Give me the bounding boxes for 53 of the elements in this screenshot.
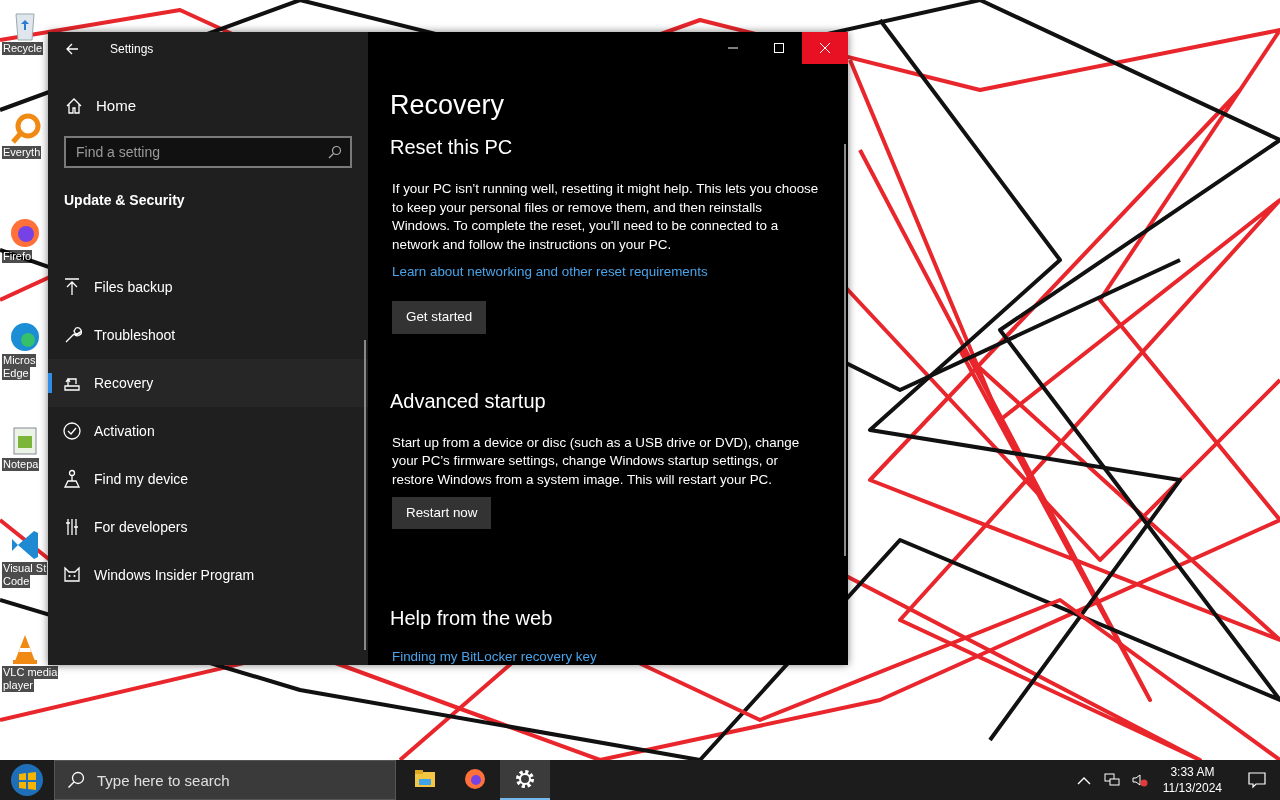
search-box[interactable]: Find a setting [64, 136, 352, 168]
description-text: Start up from a device or disc (such as a USB drive or DVD), change your PC’s firmware settings, change Windows startup settings, or restore Windows from a system image. This will restart your PC. [391, 433, 801, 489]
desktop-icon-label[interactable]: Code [2, 575, 31, 588]
maximize-icon [774, 43, 784, 53]
desktop-icon-label[interactable]: Micros [2, 354, 37, 367]
home-nav-item[interactable]: Home [48, 84, 368, 128]
nav-item[interactable]: Find my device [48, 455, 368, 503]
taskbar-search-box[interactable]: Type here to search [54, 760, 396, 800]
section-heading: Help from the web [390, 606, 553, 632]
window-title: Settings [110, 41, 154, 58]
section-heading: Update & Security [64, 191, 186, 210]
search-icon [328, 145, 342, 159]
desktop-icon-label[interactable]: Visual St [2, 562, 48, 575]
desktop-icon-label[interactable]: VLC media [2, 666, 59, 679]
clock[interactable]: 3:33 AM 11/13/2024 [1156, 764, 1228, 796]
muted-speaker-icon [1131, 772, 1148, 788]
close-icon [820, 43, 830, 53]
upload-icon [62, 277, 82, 297]
magnifier-icon[interactable] [8, 112, 42, 146]
speech-bubble-icon [1248, 771, 1266, 789]
nav-item[interactable]: Windows Insider Program [48, 551, 368, 599]
nav-item[interactable]: Recovery [48, 359, 368, 407]
settings-icon [513, 767, 537, 791]
nav-item[interactable]: Activation [48, 407, 368, 455]
description-text: If your PC isn’t running well, resetting it might help. This lets you choose to keep your personal files or remove them, and then reinstalls Windows. To complete the reset, you’ll need to be connected to a network and follow the instructions on your PC. [391, 180, 820, 254]
search-field[interactable]: Find a setting [74, 138, 328, 166]
desktop-icon-label[interactable]: Notepa [2, 458, 40, 471]
action-button[interactable]: Get started [392, 301, 487, 334]
check-circle-icon [62, 421, 82, 441]
scrollbar[interactable] [844, 144, 846, 556]
desktop-icon-label[interactable]: Edge [2, 367, 30, 380]
section-heading: Advanced startup [390, 388, 546, 414]
cat-face-icon [62, 565, 82, 585]
desktop-icon-label[interactable]: Recycle [2, 42, 44, 55]
page-title: Recovery [390, 89, 506, 122]
person-pin-icon [62, 469, 82, 489]
section-heading: Reset this PC [390, 135, 513, 160]
taskbar-app-button[interactable] [500, 760, 550, 800]
search-icon [67, 771, 85, 789]
nav-item[interactable]: Troubleshoot [48, 311, 368, 359]
taskbar-search-field[interactable]: Type here to search [95, 761, 395, 799]
nav-item[interactable]: For developers [48, 503, 368, 551]
network-icon [1103, 772, 1120, 788]
back-arrow-icon [65, 42, 79, 56]
desktop-icon-label[interactable]: player [2, 679, 34, 692]
desktop-icon-label[interactable]: Everyth [2, 146, 42, 159]
link[interactable]: Finding my BitLocker recovery key [390, 647, 597, 668]
nav-item[interactable]: Files backup [48, 263, 368, 311]
link[interactable]: Learn about networking and other reset requirements [390, 262, 708, 283]
home-icon [64, 96, 84, 116]
desktop-icon-label[interactable]: Firefo [2, 250, 33, 263]
action-button[interactable]: Restart now [392, 497, 492, 530]
scrollbar[interactable] [364, 340, 366, 650]
